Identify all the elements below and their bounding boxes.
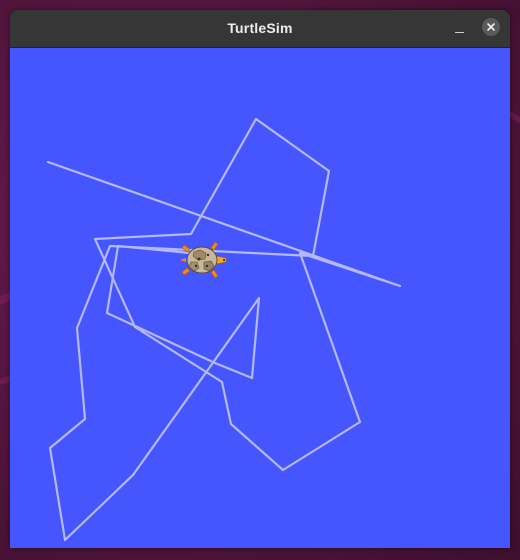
minimize-button[interactable] <box>450 19 470 39</box>
turtlesim-window: TurtleSim <box>10 10 510 548</box>
close-button[interactable] <box>482 18 500 36</box>
pen-trail-line <box>46 117 402 542</box>
minimize-icon <box>455 32 464 33</box>
window-titlebar[interactable]: TurtleSim <box>10 10 510 48</box>
window-title: TurtleSim <box>227 20 293 36</box>
turtle-icon <box>180 241 227 279</box>
turtle-canvas <box>10 48 510 548</box>
close-icon <box>487 23 495 31</box>
turtle-path-drawing <box>46 117 402 542</box>
